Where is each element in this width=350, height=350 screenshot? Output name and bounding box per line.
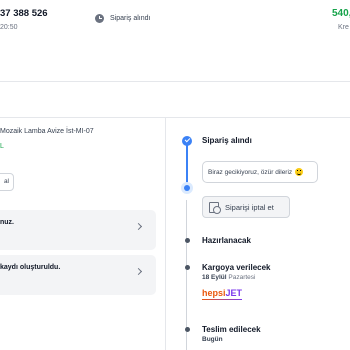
order-status-label: Sipariş alındı (110, 15, 151, 22)
carrier-logo: hepsiJET (202, 288, 242, 298)
order-price: 540, (332, 8, 350, 19)
apology-message: Biraz gecikiyoruz, özür dileriz (202, 161, 318, 183)
cancel-order-button[interactable]: Siparişi iptal et (202, 196, 290, 218)
apology-text: Biraz gecikiyoruz, özür dileriz (208, 168, 293, 176)
step-dot (184, 238, 190, 243)
step-delivery: Teslim edilecek (202, 325, 261, 334)
message-card[interactable]: nuz. (0, 210, 156, 250)
step-order-received: Sipariş alındı (202, 136, 252, 145)
shipping-date: 18 Eylül Pazartesi (202, 274, 256, 281)
shipping-weekday: Pazartesi (228, 274, 256, 281)
cancel-order-label: Siparişi iptal et (225, 202, 274, 212)
emoji-icon (295, 168, 304, 176)
product-price: L (0, 143, 4, 150)
order-time: 20:50 (0, 24, 18, 31)
step-dot (184, 327, 190, 332)
message-card[interactable]: kaydı oluşturuldu. (0, 255, 156, 295)
step-preparing: Hazırlanacak (202, 236, 251, 245)
delivery-date: Bugün (202, 336, 223, 343)
order-timeline: Sipariş alındı Biraz gecikiyoruz, özür d… (166, 118, 350, 350)
carrier-logo-part2: JET (225, 288, 243, 298)
step-dot (184, 265, 190, 270)
order-number: 37 388 526 (0, 8, 48, 19)
message-text: kaydı oluşturuldu. (0, 264, 61, 271)
chevron-right-icon (134, 267, 143, 276)
section-spacer (0, 82, 350, 118)
product-name[interactable]: Mozaik Lamba Avize İst-MI-07 (0, 128, 94, 135)
current-step-dot (181, 182, 193, 194)
step-shipping: Kargoya verilecek (202, 263, 271, 272)
chevron-right-icon (134, 222, 143, 231)
shipping-date-value: 18 Eylül (202, 274, 227, 281)
message-text: nuz. (0, 219, 14, 226)
cancel-order-icon (209, 201, 221, 214)
timeline-progress-line (186, 142, 188, 186)
check-icon (182, 136, 192, 146)
order-status: Sipariş alındı (95, 14, 150, 23)
clock-icon (95, 14, 104, 23)
carrier-logo-underline (202, 299, 242, 300)
product-panel: Mozaik Lamba Avize İst-MI-07 L al nuz. k… (0, 118, 165, 350)
payment-method: Kre (338, 24, 349, 31)
order-header: 37 388 526 20:50 Sipariş alındı 540, Kre (0, 0, 350, 82)
carrier-logo-part1: hepsi (202, 288, 226, 298)
product-action-chip[interactable]: al (0, 173, 14, 191)
